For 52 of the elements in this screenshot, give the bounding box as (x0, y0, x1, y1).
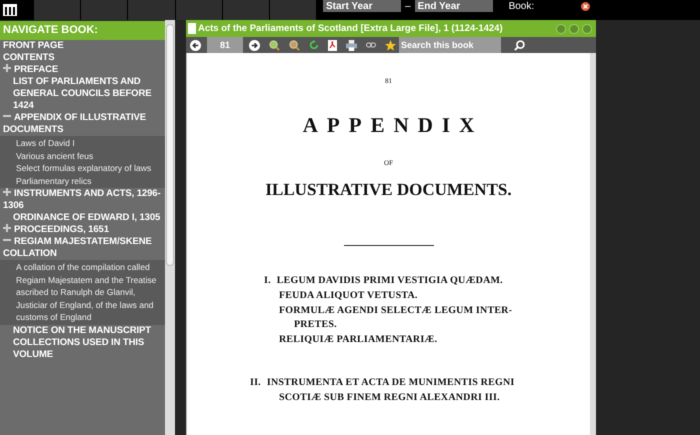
section-title: LEGUM DAVIDIS PRIMI VESTIGIA QUÆDAM. (276, 275, 503, 286)
sidebar-subitem[interactable]: Parliamentary relics (0, 174, 165, 187)
end-year-field[interactable]: End Year (414, 0, 493, 12)
section-title: FEUDA ALIQUOT VETUSTA. (279, 290, 418, 301)
back-arrow-icon[interactable] (190, 40, 201, 50)
sidebar-item[interactable]: PREFACE (0, 64, 165, 76)
books-icon[interactable] (3, 4, 17, 16)
print-icon[interactable] (346, 40, 357, 50)
section-number: I. (264, 275, 271, 286)
search-field[interactable]: Search this book (399, 37, 501, 53)
sidebar-scrollbar[interactable] (165, 20, 175, 435)
star-icon[interactable] (385, 40, 396, 50)
section-title: FORMULÆ AGENDI SELECTÆ LEGUM INTER- (279, 305, 512, 316)
book-label: Book: (508, 0, 534, 12)
zoom-out-icon[interactable] (289, 40, 300, 50)
section-title: SCOTIÆ SUB FINEM REGNI ALEXANDRI III. (279, 392, 500, 403)
page-number-field[interactable]: 81 (207, 37, 243, 53)
range-dash: – (405, 0, 411, 12)
minimize-button[interactable] (556, 24, 566, 34)
pdf-icon[interactable] (328, 40, 337, 50)
zoom-in-icon[interactable] (269, 40, 280, 50)
sidebar-item[interactable]: NOTICE ON THE MANUSCRIPT COLLECTIONS USED IN THIS VOLUME (0, 324, 165, 360)
sidebar-item[interactable]: REGIAM MAJESTATEM/SKENE COLLATION (0, 236, 165, 260)
section-title: RELIQUIÆ PARLIAMENTARIÆ. (279, 334, 438, 345)
page-heading: APPENDIX (302, 113, 484, 138)
section-number: II. (250, 377, 261, 388)
sidebar-subitem[interactable]: Laws of David I (0, 137, 165, 150)
sidebar-item[interactable]: LIST OF PARLIAMENTS AND GENERAL COUNCILS BEFORE 1424 (0, 76, 165, 112)
sidebar-item[interactable]: ORDINANCE OF EDWARD I, 1305 (0, 212, 165, 224)
search-icon[interactable] (514, 40, 525, 50)
page-scrollbar[interactable] (590, 53, 596, 435)
maximize-button[interactable] (569, 24, 579, 34)
link-icon[interactable] (366, 42, 376, 48)
sidebar-subitem[interactable]: A collation of the compilation called Regiam Majestatem and the Treatise ascribed to Ranulph de Glanvil, Justiciar of England, of the laws and customs of England (0, 261, 165, 324)
sidebar-subitem[interactable]: Various ancient feus (0, 150, 165, 162)
clear-icon[interactable] (581, 2, 590, 10)
sidebar-item[interactable]: APPENDIX OF ILLUSTRATIVE DOCUMENTS (0, 112, 165, 136)
sidebar-item[interactable]: INSTRUMENTS AND ACTS, 1296-1306 (0, 188, 165, 212)
sidebar-item[interactable]: PROCEEDINGS, 1651 (0, 224, 165, 236)
sidebar-item[interactable]: FRONT PAGE (0, 40, 165, 52)
start-year-field[interactable]: Start Year (323, 0, 401, 12)
document-icon (188, 23, 196, 34)
page-subheading: ILLUSTRATIVE DOCUMENTS. (264, 180, 513, 200)
sidebar-item[interactable]: CONTENTS (0, 52, 165, 64)
window-title: Acts of the Parliaments of Scotland [Extra Large File], 1 (1124-1424) (198, 23, 503, 34)
refresh-icon[interactable] (309, 40, 319, 50)
section-title: PRETES. (294, 319, 337, 330)
section-title: INSTRUMENTA ET ACTA DE MUNIMENTIS REGNI (266, 377, 514, 388)
sidebar-subitem[interactable]: Select formulas explanatory of laws (0, 162, 165, 174)
sidebar-title: NAVIGATE BOOK: (0, 20, 165, 40)
forward-arrow-icon[interactable] (249, 40, 260, 50)
close-button[interactable] (582, 24, 592, 34)
